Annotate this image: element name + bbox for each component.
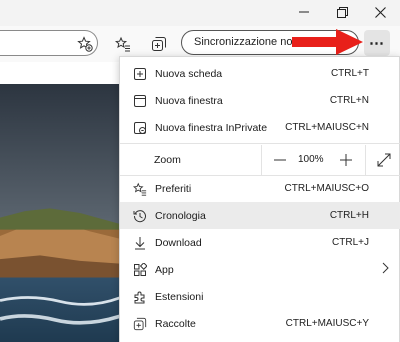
extensions-icon	[120, 290, 154, 304]
history-icon	[120, 209, 154, 223]
settings-menu: Nuova scheda CTRL+T Nuova finestra CTRL+…	[119, 56, 400, 342]
add-favorite-button[interactable]	[72, 31, 98, 57]
menu-item-new-tab[interactable]: Nuova scheda CTRL+T	[120, 60, 400, 87]
menu-item-shortcut: CTRL+N	[329, 95, 369, 106]
download-icon	[120, 236, 154, 250]
new-window-icon	[120, 94, 154, 108]
fullscreen-icon	[377, 153, 391, 167]
ellipsis-icon: ⋯	[369, 35, 385, 52]
zoom-value: 100%	[298, 154, 324, 165]
apps-icon	[120, 262, 154, 277]
menu-item-collections[interactable]: Raccolte CTRL+MAIUSC+Y	[120, 310, 400, 337]
title-bar	[0, 0, 400, 26]
menu-item-history[interactable]: Cronologia CTRL+H	[120, 202, 400, 229]
new-tab-icon	[120, 67, 154, 81]
menu-item-label: App	[155, 263, 174, 276]
menu-item-downloads[interactable]: Download CTRL+J	[120, 229, 400, 256]
background-photo	[0, 84, 120, 342]
menu-item-shortcut: CTRL+T	[330, 68, 369, 79]
star-add-icon	[77, 36, 93, 52]
favorites-button[interactable]	[110, 31, 136, 57]
menu-item-shortcut: CTRL+MAIUSC+O	[284, 183, 369, 194]
zoom-out-button[interactable]	[266, 145, 294, 175]
menu-separator	[120, 143, 400, 144]
zoom-label: Zoom	[154, 154, 181, 166]
menu-item-shortcut: CTRL+MAIUSC+Y	[285, 318, 369, 329]
page-content	[0, 62, 120, 84]
inprivate-icon	[120, 121, 154, 135]
red-arrow-annotation	[292, 29, 363, 55]
menu-item-extensions[interactable]: Estensioni	[120, 283, 400, 310]
plus-icon	[340, 154, 352, 166]
collections-button[interactable]	[146, 31, 172, 57]
settings-and-more-button[interactable]: ⋯	[364, 30, 390, 56]
collections-icon	[120, 317, 154, 331]
menu-item-favorites[interactable]: Preferiti CTRL+MAIUSC+O	[120, 175, 400, 202]
menu-item-new-window[interactable]: Nuova finestra CTRL+N	[120, 87, 400, 114]
collections-icon	[152, 37, 166, 51]
menu-item-shortcut: CTRL+J	[332, 237, 369, 248]
close-window-button[interactable]	[362, 0, 398, 24]
favorites-icon	[120, 182, 154, 196]
menu-item-shortcut: CTRL+MAIUSC+N	[285, 122, 369, 133]
zoom-divider	[261, 145, 262, 175]
zoom-divider	[365, 145, 366, 175]
restore-button[interactable]	[324, 0, 360, 24]
menu-item-new-inprivate-window[interactable]: Nuova finestra InPrivate CTRL+MAIUSC+N	[120, 114, 400, 141]
zoom-row: Zoom 100%	[120, 145, 400, 175]
menu-item-apps[interactable]: App	[120, 256, 400, 283]
minimize-button[interactable]	[286, 0, 322, 24]
favorites-icon	[115, 36, 130, 52]
fullscreen-button[interactable]	[370, 145, 398, 175]
close-icon	[374, 6, 386, 18]
chevron-right-icon	[381, 262, 389, 277]
minus-icon	[274, 159, 286, 161]
zoom-in-button[interactable]	[332, 145, 360, 175]
restore-icon	[336, 6, 348, 18]
minimize-icon	[299, 11, 309, 13]
menu-item-label: Estensioni	[155, 290, 204, 303]
menu-item-shortcut: CTRL+H	[329, 210, 369, 221]
